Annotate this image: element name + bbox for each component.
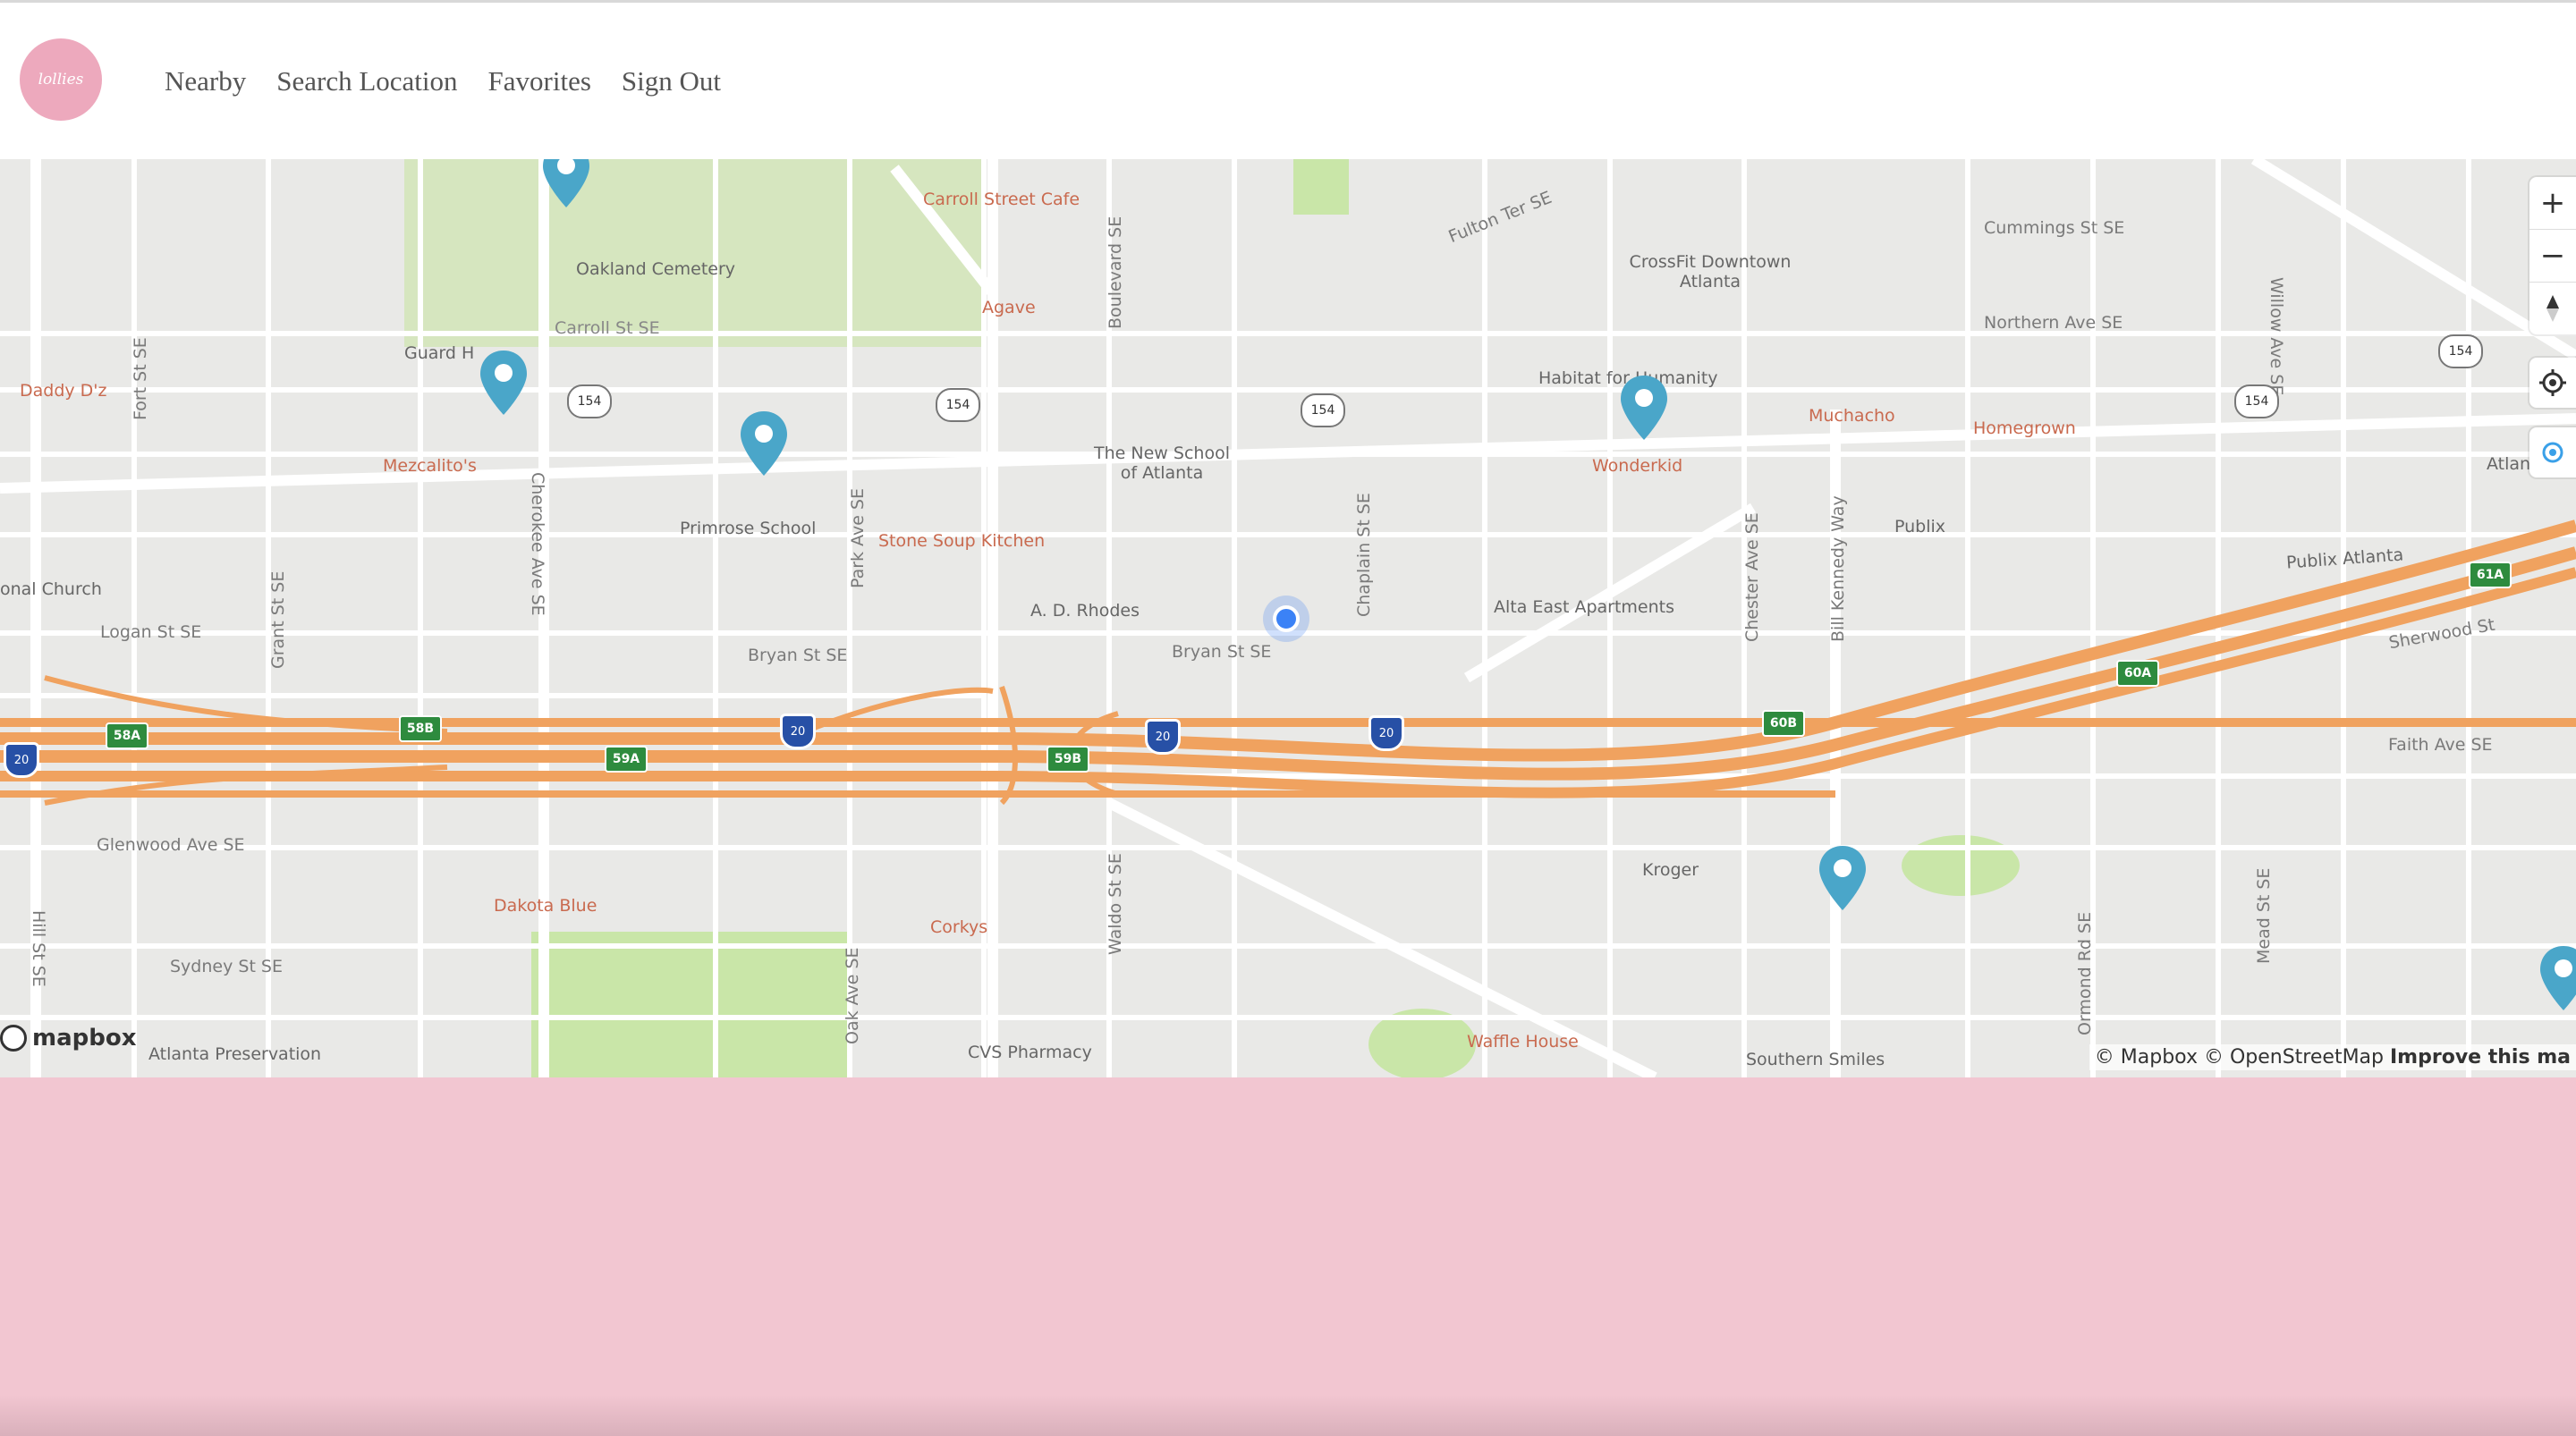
zoom-controls: + − bbox=[2529, 177, 2576, 334]
nav-nearby[interactable]: Nearby bbox=[165, 65, 246, 97]
exit-shield: 61A bbox=[2469, 562, 2512, 588]
map-attribution: © Mapbox © OpenStreetMap Improve this ma bbox=[2089, 1044, 2576, 1070]
compass-icon bbox=[2546, 295, 2559, 322]
street-label: Carroll St SE bbox=[555, 318, 660, 338]
route-shield: 154 bbox=[567, 384, 612, 418]
footer-panel bbox=[0, 1077, 2576, 1436]
place-label[interactable]: onal Church bbox=[0, 579, 102, 599]
nav-search-location[interactable]: Search Location bbox=[276, 65, 457, 97]
street-label: Willow Ave SE bbox=[2267, 277, 2286, 396]
street-label: Oak Ave SE bbox=[843, 947, 862, 1044]
nav-favorites[interactable]: Favorites bbox=[488, 65, 591, 97]
exit-shield: 59B bbox=[1046, 746, 1089, 773]
poi-label[interactable]: Stone Soup Kitchen bbox=[878, 531, 1045, 551]
poi-label[interactable]: Daddy D'z bbox=[20, 381, 107, 401]
street-label: Park Ave SE bbox=[848, 487, 868, 588]
poi-label[interactable]: Wonderkid bbox=[1592, 456, 1682, 476]
poi-label[interactable]: Muchacho bbox=[1809, 406, 1895, 426]
location-active-icon bbox=[2542, 442, 2563, 463]
route-shield: 154 bbox=[2234, 384, 2279, 418]
interstate-shield: 20 bbox=[1145, 719, 1181, 755]
exit-shield: 58B bbox=[399, 715, 442, 742]
street-label: Chaplain St SE bbox=[1354, 493, 1374, 617]
street-label: Bryan St SE bbox=[748, 646, 848, 665]
nav-sign-out[interactable]: Sign Out bbox=[622, 65, 721, 97]
exit-shield: 58A bbox=[106, 722, 148, 749]
map-pin-marker[interactable] bbox=[541, 159, 591, 209]
street-label: Logan St SE bbox=[100, 622, 202, 642]
street-label: Cummings St SE bbox=[1984, 218, 2125, 238]
route-shield: 154 bbox=[936, 388, 980, 422]
place-label[interactable]: Guard H bbox=[404, 343, 474, 363]
geolocate-icon bbox=[2539, 369, 2566, 396]
street-label: Bryan St SE bbox=[1172, 642, 1272, 662]
user-location-dot bbox=[1263, 596, 1309, 642]
user-location-center bbox=[1273, 605, 1300, 632]
street-label: Northern Ave SE bbox=[1984, 313, 2123, 333]
improve-map-link[interactable]: Improve this ma bbox=[2390, 1046, 2571, 1069]
interstate-shield: 20 bbox=[1368, 715, 1404, 751]
map-pin-marker[interactable] bbox=[1619, 374, 1669, 442]
zoom-in-button[interactable]: + bbox=[2529, 177, 2576, 230]
exit-shield: 59A bbox=[605, 746, 648, 773]
place-label[interactable]: Southern Smiles bbox=[1746, 1050, 1885, 1069]
main-nav: Nearby Search Location Favorites Sign Ou… bbox=[165, 65, 721, 97]
geolocate-button[interactable] bbox=[2529, 358, 2576, 408]
street-label: Boulevard SE bbox=[1106, 215, 1125, 329]
poi-label[interactable]: Homegrown bbox=[1973, 418, 2076, 438]
interstate-shield: 20 bbox=[780, 714, 816, 749]
street-label: Fort St SE bbox=[131, 337, 150, 420]
compass-button[interactable] bbox=[2529, 283, 2576, 334]
map-pin-marker[interactable] bbox=[2538, 944, 2576, 1012]
poi-label[interactable]: Corkys bbox=[930, 917, 987, 937]
footer-shadow bbox=[0, 1395, 2576, 1436]
map-pin-marker[interactable] bbox=[1818, 844, 1868, 912]
mapbox-logo-text: mapbox bbox=[32, 1025, 137, 1052]
attribution-text[interactable]: © Mapbox © OpenStreetMap bbox=[2095, 1046, 2384, 1069]
poi-label[interactable]: Dakota Blue bbox=[494, 896, 597, 916]
street-label: Glenwood Ave SE bbox=[97, 835, 245, 855]
app-logo[interactable]: lollies bbox=[20, 38, 102, 121]
street-label: Hill St SE bbox=[29, 910, 48, 987]
exit-shield: 60A bbox=[2116, 660, 2159, 687]
street-label: Sydney St SE bbox=[170, 957, 283, 976]
poi-label[interactable]: Mezcalito's bbox=[383, 456, 477, 476]
street-label: Ormond Rd SE bbox=[2075, 911, 2095, 1035]
street-label: Grant St SE bbox=[268, 570, 288, 669]
street-label: Chester Ave SE bbox=[1742, 512, 1762, 642]
street-label: Cherokee Ave SE bbox=[528, 472, 547, 616]
track-location-button[interactable] bbox=[2529, 427, 2576, 477]
interstate-shield: 20 bbox=[4, 742, 39, 778]
exit-shield: 60B bbox=[1762, 710, 1805, 737]
place-label[interactable]: Alta East Apartments bbox=[1494, 597, 1674, 617]
place-label[interactable]: The New School of Atlanta bbox=[1086, 443, 1238, 483]
route-shield: 154 bbox=[1301, 393, 1345, 427]
place-label[interactable]: Kroger bbox=[1642, 860, 1699, 880]
street-label: Mead St SE bbox=[2254, 867, 2274, 964]
map-canvas[interactable]: Carroll Street Cafe Daddy D'z Mezcalito'… bbox=[0, 159, 2576, 1077]
place-label[interactable]: Primrose School bbox=[680, 519, 816, 538]
mapbox-logo[interactable]: mapbox bbox=[0, 1025, 137, 1052]
poi-label[interactable]: Agave bbox=[982, 298, 1036, 317]
logo-text: lollies bbox=[38, 71, 84, 89]
street-label: Faith Ave SE bbox=[2388, 735, 2493, 755]
map-pin-marker[interactable] bbox=[479, 349, 529, 417]
poi-label[interactable]: Waffle House bbox=[1467, 1032, 1579, 1052]
place-label[interactable]: Oakland Cemetery bbox=[576, 259, 735, 279]
zoom-out-button[interactable]: − bbox=[2529, 230, 2576, 283]
street-label: Bill Kennedy Way bbox=[1828, 495, 1848, 642]
place-label[interactable]: CrossFit Downtown Atlanta bbox=[1612, 252, 1809, 291]
route-shield: 154 bbox=[2438, 334, 2483, 368]
street-label: Waldo St SE bbox=[1106, 853, 1125, 955]
place-label[interactable]: CVS Pharmacy bbox=[968, 1043, 1092, 1062]
poi-label[interactable]: Carroll Street Cafe bbox=[923, 190, 1080, 209]
place-label[interactable]: A. D. Rhodes bbox=[1030, 601, 1140, 621]
map-pin-marker[interactable] bbox=[739, 410, 789, 477]
top-navbar: lollies Nearby Search Location Favorites… bbox=[0, 0, 2576, 159]
place-label[interactable]: Atlanta Preservation bbox=[148, 1044, 321, 1064]
mapbox-logo-icon bbox=[0, 1025, 27, 1052]
place-label[interactable]: Publix bbox=[1894, 517, 1945, 536]
